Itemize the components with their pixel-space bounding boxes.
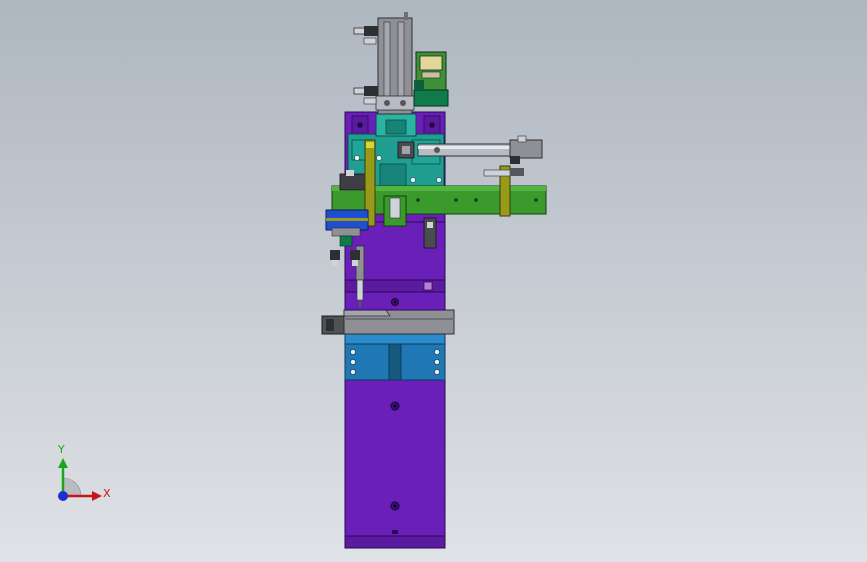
base-column [344, 379, 446, 549]
gray-cross-bar [321, 309, 455, 335]
solenoid-valve [413, 51, 449, 107]
triad-x-label: X [103, 487, 111, 500]
coordinate-triad [58, 458, 102, 501]
cad-viewport[interactable]: Y X [0, 0, 867, 562]
triad-y-label: Y [58, 443, 65, 456]
linear-slide-block [344, 333, 446, 381]
top-air-fittings [353, 26, 378, 105]
triad-z-axis-dot [58, 491, 68, 501]
vertical-air-cylinder [375, 12, 415, 115]
machine-assembly-model[interactable] [0, 0, 867, 562]
